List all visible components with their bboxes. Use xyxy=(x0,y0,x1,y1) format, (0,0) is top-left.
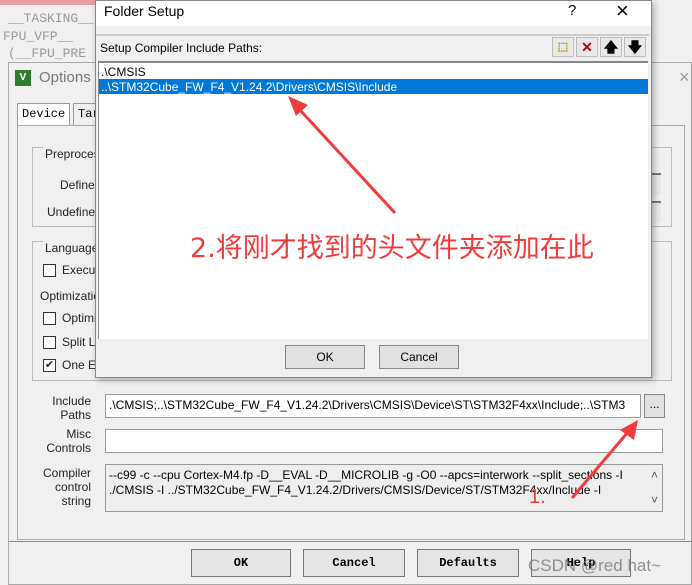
arrowhead-2 xyxy=(288,96,308,116)
annotation-step2: 2.将刚才找到的头文件夹添加在此 xyxy=(190,233,594,264)
annotation-arrows xyxy=(288,96,638,499)
annotation-step1: 1. xyxy=(529,486,546,508)
arrow-1 xyxy=(570,431,630,499)
arrow-2 xyxy=(298,108,397,215)
watermark: CSDN @red hat~ xyxy=(528,556,662,575)
